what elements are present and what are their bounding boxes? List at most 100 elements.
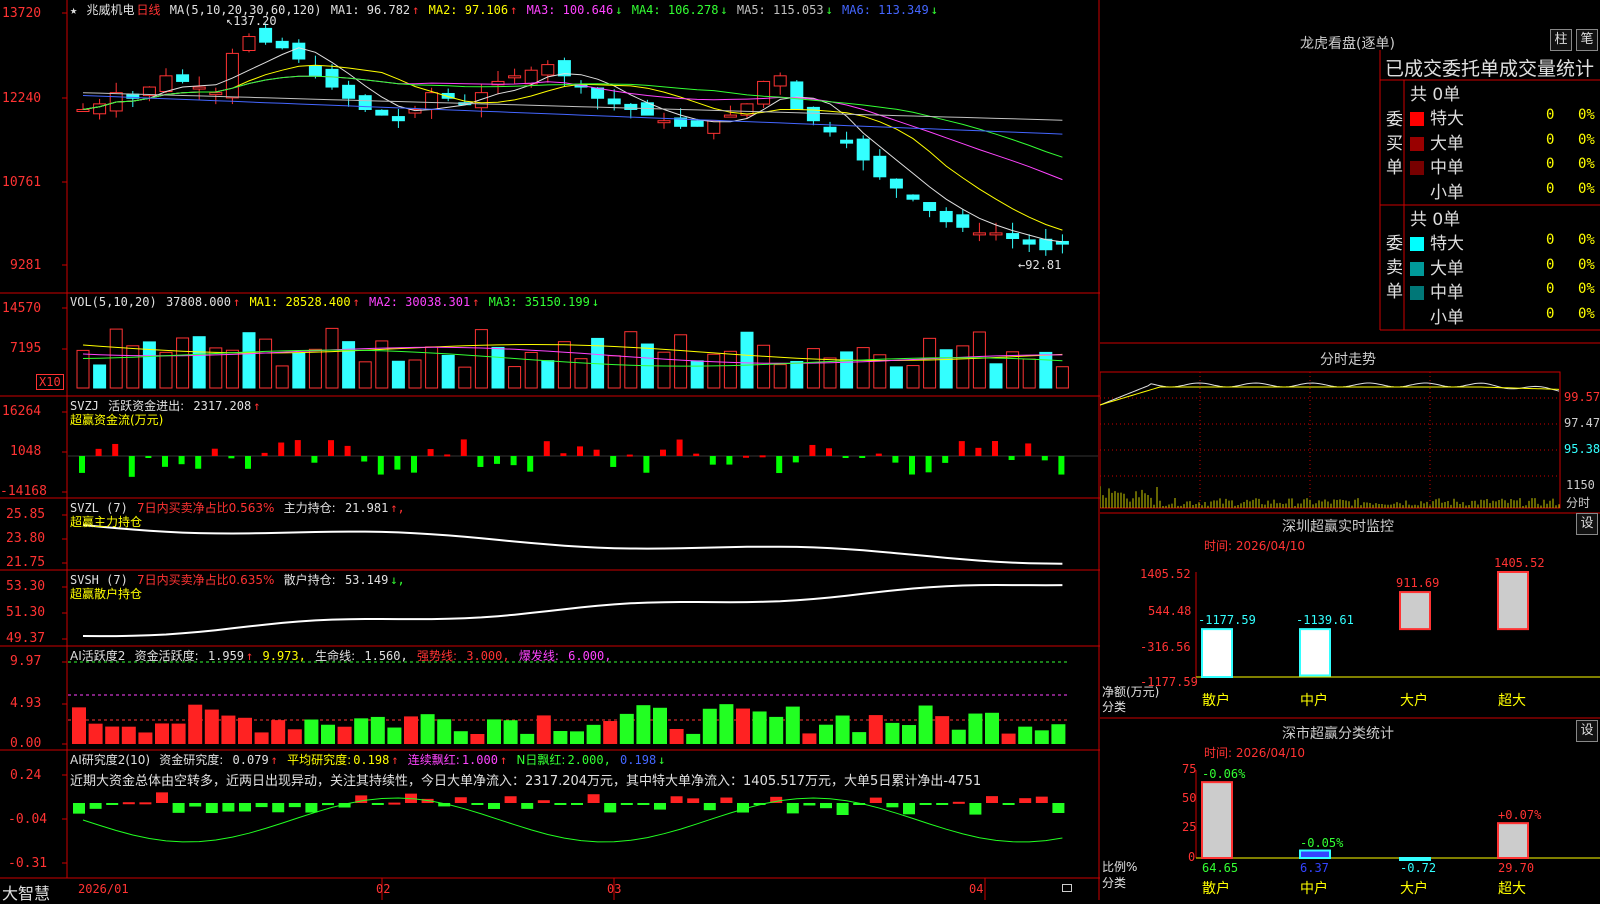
fund-flow-bar[interactable] [593,449,600,456]
bar-散户[interactable] [1201,628,1233,678]
bar-大户[interactable] [1399,591,1431,631]
sz-class-settings-button[interactable]: 设 [1576,720,1598,742]
activity-bar[interactable] [570,731,584,744]
activity-bar[interactable] [802,733,817,744]
research-bar[interactable] [803,803,816,806]
activity-bar[interactable] [686,733,701,744]
candlestick[interactable] [939,207,953,228]
activity-bar[interactable] [1034,730,1049,744]
volume-bar[interactable] [773,364,787,389]
research-bar[interactable] [537,800,550,803]
research-bar[interactable] [288,803,301,808]
volume-bar[interactable] [757,344,771,389]
fund-flow-bar[interactable] [427,449,434,456]
fund-flow-bar[interactable] [162,456,168,467]
candlestick[interactable] [391,108,405,128]
candlestick[interactable] [923,202,937,218]
fund-flow-bar[interactable] [1025,443,1032,456]
period-label[interactable]: 日线 [136,3,160,17]
candlestick[interactable] [76,103,90,112]
activity-bar[interactable] [188,704,203,744]
volume-bar[interactable] [856,347,870,389]
fund-flow-bar[interactable] [128,456,135,477]
longhu-row-中单[interactable]: 中单 [1410,153,1464,178]
research-bar[interactable] [886,803,899,808]
candlestick[interactable] [1006,222,1020,249]
stock-name[interactable]: 兆威机电 [86,3,134,17]
research-bar[interactable] [222,803,235,812]
research-bar[interactable] [786,803,799,814]
activity-bar[interactable] [271,720,286,744]
activity-bar[interactable] [736,708,750,744]
activity-bar[interactable] [238,717,252,744]
activity-bar[interactable] [72,707,86,744]
bar-散户[interactable] [1201,781,1233,859]
fund-flow-bar[interactable] [411,456,417,473]
research-bar[interactable] [471,803,484,805]
activity-bar[interactable] [138,732,153,744]
volume-bar[interactable] [989,363,1003,389]
activity-bar[interactable] [171,723,186,744]
research-bar[interactable] [587,794,600,803]
fund-flow-bar[interactable] [377,456,384,475]
candlestick[interactable] [840,131,854,149]
fund-flow-bar[interactable] [460,439,467,456]
volume-bar[interactable] [806,348,820,389]
fund-flow-bar[interactable] [79,456,85,473]
fund-flow-bar[interactable] [759,455,766,458]
fund-flow-bar[interactable] [1008,456,1015,461]
research-bar[interactable] [89,803,102,809]
research-bar[interactable] [952,801,965,804]
activity-bar[interactable] [868,715,883,744]
volume-bar[interactable] [109,328,123,389]
bar-中户[interactable] [1299,628,1331,677]
activity-bar[interactable] [487,719,501,744]
fund-flow-bar[interactable] [909,456,915,475]
activity-bar[interactable] [852,732,867,744]
fund-flow-bar[interactable] [660,449,666,456]
activity-bar[interactable] [885,722,900,744]
activity-bar[interactable] [404,716,418,744]
activity-bar[interactable] [354,718,369,744]
fund-flow-bar[interactable] [261,452,268,456]
volume-bar[interactable] [441,354,455,389]
activity-bar[interactable] [453,731,468,744]
research-bar[interactable] [1002,803,1015,805]
research-bar[interactable] [388,802,401,805]
activity-bar[interactable] [221,715,236,744]
research-bar[interactable] [122,802,135,805]
fund-flow-bar[interactable] [709,456,716,465]
bar-超大[interactable] [1497,822,1529,859]
bar-超大[interactable] [1497,571,1529,631]
volume-bar[interactable] [707,353,721,389]
research-bar[interactable] [371,803,384,805]
volume-bar[interactable] [674,334,688,389]
fund-flow-bar[interactable] [444,454,451,457]
research-bar[interactable] [1052,803,1065,813]
tick-mode-button[interactable]: 笔 [1576,29,1598,51]
research-bar[interactable] [1019,798,1032,803]
volume-bar[interactable] [491,346,505,389]
fund-flow-bar[interactable] [211,448,218,456]
candlestick[interactable] [308,55,322,79]
volume-bar[interactable] [972,331,986,389]
volume-bar[interactable] [906,365,920,389]
fund-flow-bar[interactable] [195,456,202,469]
sz-monitor-settings-button[interactable]: 设 [1576,513,1598,535]
research-bar[interactable] [554,803,567,805]
activity-bar[interactable] [321,724,335,744]
bar-大户[interactable] [1399,857,1431,861]
volume-bar[interactable] [541,360,555,389]
volume-bar[interactable] [308,348,322,389]
volume-bar[interactable] [923,337,937,389]
candlestick[interactable] [624,102,638,119]
fund-flow-bar[interactable] [809,444,816,456]
candlestick[interactable] [342,80,356,107]
research-bar[interactable] [189,803,202,807]
research-bar[interactable] [106,803,119,805]
activity-bar[interactable] [437,719,452,744]
volume-bar[interactable] [524,351,538,389]
fund-flow-bar[interactable] [925,456,932,473]
research-bar[interactable] [156,792,168,803]
fund-flow-bar[interactable] [245,456,251,469]
